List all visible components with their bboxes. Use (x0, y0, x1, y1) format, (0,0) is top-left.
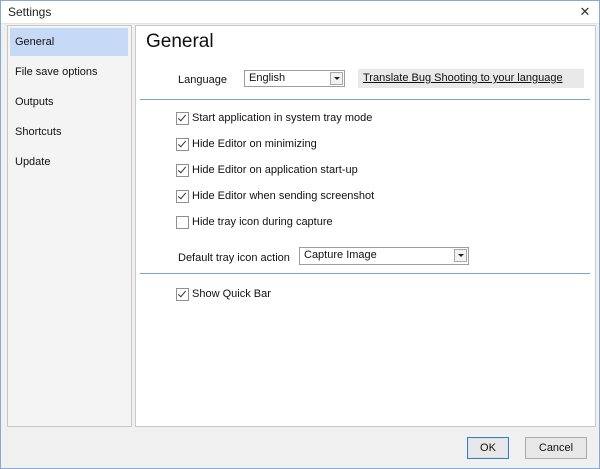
settings-window: Settings ✕ General File save options Out… (0, 0, 600, 469)
checkbox-label: Hide Editor on application start-up (192, 164, 358, 176)
checkbox-hide-on-startup[interactable] (176, 164, 189, 177)
tray-action-select[interactable]: Capture Image (299, 247, 469, 265)
chevron-down-icon[interactable] (454, 249, 467, 262)
tray-action-select-value: Capture Image (304, 249, 377, 261)
general-panel: General Language English Translate Bug S… (135, 25, 596, 427)
checkbox-label: Hide tray icon during capture (192, 216, 333, 228)
ok-button[interactable]: OK (467, 437, 509, 459)
translate-link-box: Translate Bug Shooting to your language (358, 69, 584, 88)
close-icon[interactable]: ✕ (575, 3, 595, 21)
checkbox-hide-on-minimize[interactable] (176, 138, 189, 151)
checkbox-label: Show Quick Bar (192, 288, 271, 300)
checkbox-hide-tray-icon[interactable] (176, 216, 189, 229)
checkbox-label: Start application in system tray mode (192, 112, 373, 124)
language-select[interactable]: English (244, 70, 345, 87)
checkbox-label: Hide Editor when sending screenshot (192, 190, 375, 202)
page-title: General (146, 31, 214, 52)
window-title: Settings (8, 5, 52, 19)
sidebar-item-general[interactable]: General (10, 28, 128, 56)
title-bar: Settings ✕ (1, 1, 599, 24)
sidebar-item-shortcuts[interactable]: Shortcuts (10, 118, 128, 146)
divider (140, 273, 590, 274)
checkbox-start-in-tray[interactable] (176, 112, 189, 125)
checkbox-show-quickbar[interactable] (176, 288, 189, 301)
language-label: Language (178, 74, 227, 86)
checkbox-hide-when-sending[interactable] (176, 190, 189, 203)
sidebar-item-update[interactable]: Update (10, 148, 128, 176)
sidebar-item-file-save-options[interactable]: File save options (10, 58, 128, 86)
sidebar-item-outputs[interactable]: Outputs (10, 88, 128, 116)
tray-action-label: Default tray icon action (178, 252, 290, 264)
cancel-button[interactable]: Cancel (525, 437, 587, 459)
checkbox-label: Hide Editor on minimizing (192, 138, 317, 150)
divider (140, 99, 590, 100)
translate-link[interactable]: Translate Bug Shooting to your language (363, 72, 563, 84)
sidebar: General File save options Outputs Shortc… (7, 25, 132, 427)
chevron-down-icon[interactable] (330, 72, 343, 85)
language-select-value: English (249, 72, 286, 84)
